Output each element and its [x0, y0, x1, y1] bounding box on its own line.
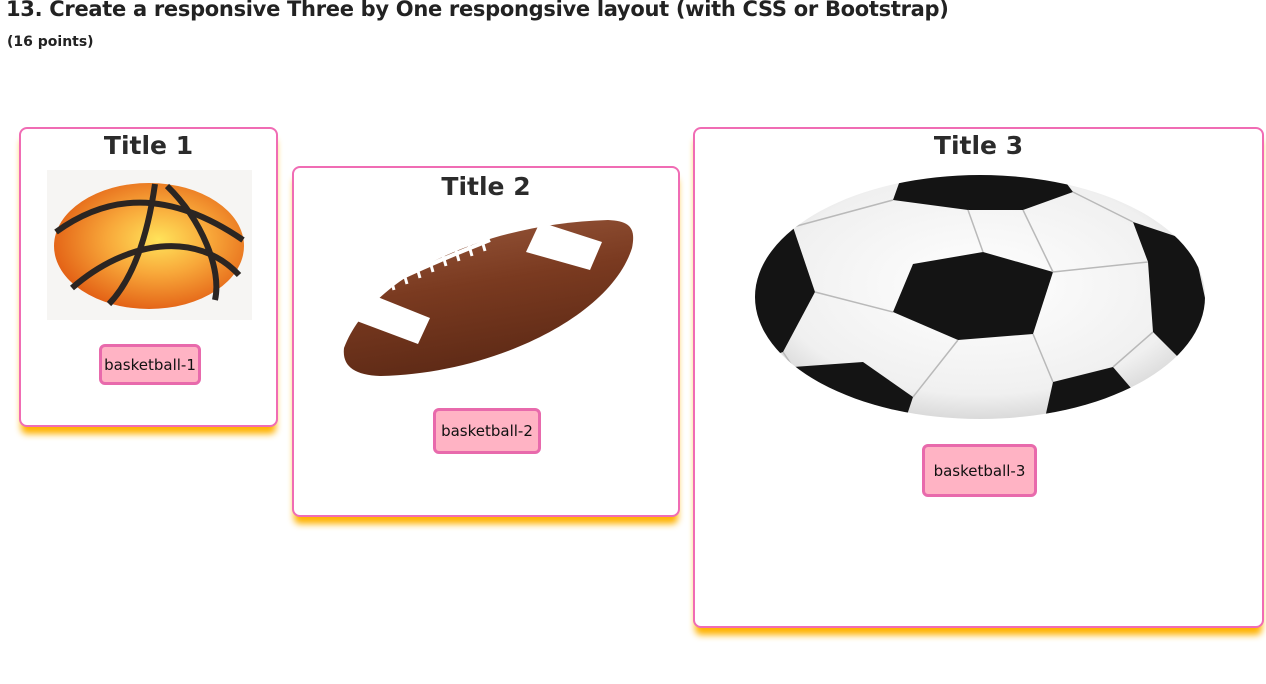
card-2: Title 2 basketball-2: [292, 166, 680, 517]
basketball-1-button[interactable]: basketball-1: [99, 344, 201, 385]
american-football-image: [343, 220, 634, 376]
basketball-3-button[interactable]: basketball-3: [922, 444, 1037, 497]
soccer-ball-image: [755, 175, 1205, 419]
points-label: (16 points): [7, 34, 94, 50]
page: 13. Create a responsive Three by One res…: [0, 0, 1266, 684]
card-title-1: Title 1: [103, 131, 194, 160]
question-heading: 13. Create a responsive Three by One res…: [6, 0, 949, 21]
basketball-image: [47, 170, 252, 320]
card-title-2: Title 2: [441, 172, 531, 201]
card-title-3: Title 3: [933, 131, 1024, 160]
basketball-2-button[interactable]: basketball-2: [433, 408, 541, 454]
card-3: Title 3 basketball-3: [693, 127, 1264, 628]
card-1: Title 1 basketball-1: [19, 127, 278, 427]
